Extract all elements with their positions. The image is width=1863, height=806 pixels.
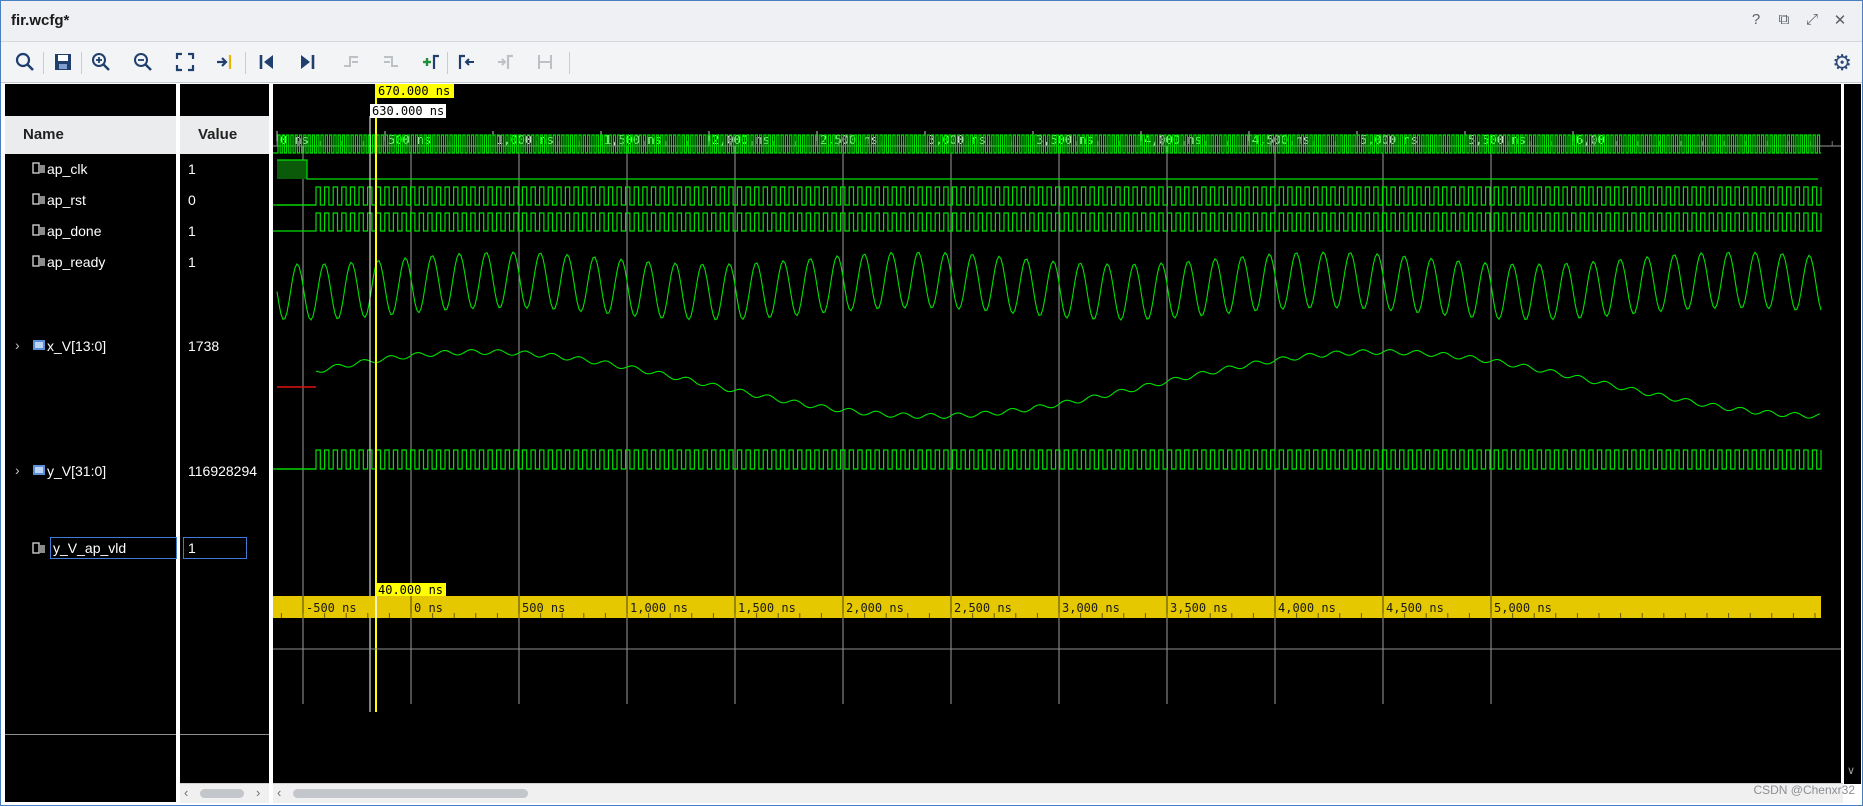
chevron-down-icon[interactable]: ∨: [1847, 764, 1855, 777]
signal-name: ap_clk: [47, 161, 88, 177]
value-horizontal-scrollbar[interactable]: ‹ ›: [180, 783, 269, 803]
relative-ruler-label: 2,000 ns: [846, 601, 904, 615]
relative-ruler-label: 4,500 ns: [1386, 601, 1444, 615]
signal-name: ap_ready: [47, 254, 106, 270]
toolbar: ⚙: [1, 42, 1862, 83]
next-marker-icon[interactable]: [491, 48, 519, 76]
zoom-in-icon[interactable]: [87, 48, 115, 76]
relative-ruler-label: -500 ns: [306, 601, 357, 615]
ap-rst-wave: [277, 159, 1818, 180]
go-to-last-time-icon[interactable]: [293, 48, 321, 76]
relative-ruler-label: 4,000 ns: [1278, 601, 1336, 615]
gear-icon[interactable]: ⚙: [1832, 50, 1852, 76]
close-icon[interactable]: ✕: [1832, 11, 1848, 29]
relative-ruler-label: 1,500 ns: [738, 601, 796, 615]
zoom-fit-icon[interactable]: [171, 48, 199, 76]
signal-row-ap-done[interactable]: ap_done: [5, 218, 176, 244]
bus-signal-icon: [33, 465, 45, 475]
toolbar-separator: [43, 52, 44, 74]
signal-value: 1: [188, 254, 196, 270]
relative-ruler-label: 1,000 ns: [630, 601, 688, 615]
scroll-thumb[interactable]: [293, 789, 528, 798]
zoom-out-icon[interactable]: [129, 48, 157, 76]
waveform-canvas[interactable]: 0 ns 500 ns 1,000 ns 1,500 ns 2,000 ns 2,500 …: [273, 84, 1841, 802]
relative-ruler-label: 2,500 ns: [954, 601, 1012, 615]
relative-ruler-label: 0 ns: [414, 601, 443, 615]
signal-value: 1: [188, 223, 196, 239]
window-controls: ? ⧉ ⤢ ✕: [1748, 11, 1848, 29]
toolbar-separator: [81, 52, 82, 74]
signal-value: 1: [188, 161, 196, 177]
next-transition-icon[interactable]: [377, 48, 405, 76]
title-bar: fir.wcfg* ? ⧉ ⤢ ✕: [1, 1, 1862, 42]
signal-row-ap-clk[interactable]: ap_clk: [5, 156, 176, 182]
signal-name: ap_rst: [47, 192, 86, 208]
signal-name: ap_done: [47, 223, 102, 239]
signal-value: 1738: [188, 338, 220, 354]
maximize-icon[interactable]: ⤢: [1804, 11, 1820, 29]
value-column-header[interactable]: Value: [180, 116, 269, 154]
signal-row-x-v[interactable]: › x_V[13:0]: [5, 333, 176, 359]
relative-ruler-label: 3,500 ns: [1170, 601, 1228, 615]
bit-signal-icon: [32, 542, 45, 554]
save-icon[interactable]: [49, 48, 77, 76]
toolbar-separator: [569, 52, 570, 74]
signal-row-y-v[interactable]: › y_V[31:0]: [5, 458, 176, 484]
add-marker-icon[interactable]: [417, 48, 445, 76]
vertical-scrollbar[interactable]: ∨: [1844, 84, 1861, 784]
signal-name: x_V[13:0]: [47, 338, 107, 354]
search-icon[interactable]: [11, 48, 39, 76]
window-title: fir.wcfg*: [11, 12, 70, 29]
relative-ruler-label: 3,000 ns: [1062, 601, 1120, 615]
previous-transition-icon[interactable]: [337, 48, 365, 76]
waveform-horizontal-scrollbar[interactable]: ‹: [273, 783, 1843, 803]
scroll-right-icon[interactable]: ›: [256, 785, 260, 800]
toolbar-separator: [447, 52, 448, 74]
waveform-svg: 0 ns 500 ns 1,000 ns 1,500 ns 2,000 ns 2,500 …: [273, 84, 1841, 712]
primary-cursor-label: 670.000 ns: [378, 84, 450, 98]
toolbar-separator: [245, 52, 246, 74]
watermark: CSDN @Chenxr32: [1753, 783, 1855, 797]
y-v-wave: [315, 349, 1821, 419]
signal-name: y_V_ap_vld: [49, 537, 178, 559]
relative-time-ruler: [273, 596, 1821, 618]
divider-line: [5, 734, 176, 735]
bit-signal-icon: [32, 193, 45, 205]
signal-row-y-v-ap-vld[interactable]: y_V_ap_vld: [5, 536, 178, 562]
ap-ready-wave: [273, 212, 1822, 232]
signal-value: 116928294: [188, 463, 258, 479]
scroll-thumb[interactable]: [200, 789, 244, 798]
expand-chevron-icon[interactable]: ›: [15, 337, 20, 353]
secondary-cursor-label: 630.000 ns: [372, 104, 444, 118]
restore-icon[interactable]: ⧉: [1776, 11, 1792, 29]
scroll-left-icon[interactable]: ‹: [184, 785, 188, 800]
ap-rst-high-region: [277, 160, 307, 179]
previous-marker-icon[interactable]: [453, 48, 481, 76]
go-to-time-zero-icon[interactable]: [253, 48, 281, 76]
expand-chevron-icon[interactable]: ›: [15, 462, 20, 478]
ap-done-wave: [273, 186, 1822, 206]
x-v-wave: [276, 251, 1822, 321]
bit-signal-icon: [32, 224, 45, 236]
name-column-header[interactable]: Name: [5, 116, 176, 154]
bus-signal-icon: [33, 340, 45, 350]
go-to-cursor-icon[interactable]: [211, 48, 239, 76]
signal-value: 0: [188, 192, 196, 208]
bit-signal-icon: [32, 255, 45, 267]
signal-value-panel: Value 1 0 1 1 1738 116928294 1: [180, 84, 269, 802]
swap-cursors-icon[interactable]: [531, 48, 559, 76]
signal-name-panel: Name ap_clk ap_rst ap_done ap_ready › x_…: [5, 84, 178, 802]
relative-ruler-label: 500 ns: [522, 601, 565, 615]
divider-line: [180, 734, 269, 735]
bit-signal-icon: [32, 162, 45, 174]
signal-row-ap-rst[interactable]: ap_rst: [5, 187, 176, 213]
signal-row-ap-ready[interactable]: ap_ready: [5, 249, 176, 275]
delta-label: 40.000 ns: [378, 583, 443, 597]
y-v-ap-vld-wave: [273, 449, 1822, 470]
relative-ruler-label: 5,000 ns: [1494, 601, 1552, 615]
signal-name: y_V[31:0]: [47, 463, 107, 479]
scroll-left-icon[interactable]: ‹: [277, 785, 281, 800]
help-icon[interactable]: ?: [1748, 11, 1764, 29]
signal-value: 1: [183, 537, 247, 559]
